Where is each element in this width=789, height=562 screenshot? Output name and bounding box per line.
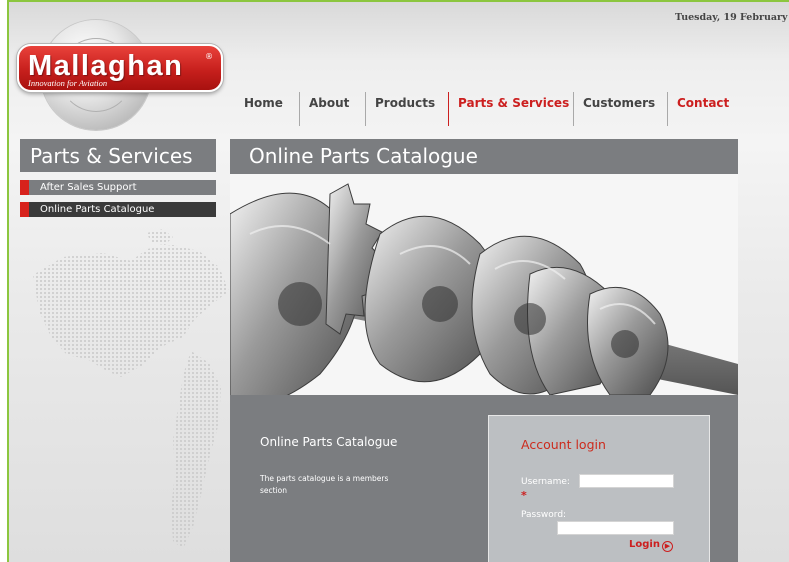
nav-customers-label: Customers (583, 96, 656, 110)
nav-home-label: Home (244, 96, 283, 110)
nav-customers[interactable]: Customers (573, 92, 656, 128)
login-button[interactable]: Login ▶ (629, 539, 673, 552)
page-title: Online Parts Catalogue (230, 139, 738, 174)
sidebar-title: Parts & Services (20, 139, 216, 172)
sidebar-item-after-sales-support[interactable]: After Sales Support (20, 180, 216, 195)
login-button-label: Login (629, 539, 660, 550)
logo[interactable]: Mallaghan ® Innovation for Aviation (17, 20, 223, 130)
nav-parts-services[interactable]: Parts & Services (448, 92, 570, 128)
login-box: Account login Username: * Password: Logi… (488, 415, 710, 562)
nav-about-label: About (309, 96, 350, 110)
password-label: Password: (521, 510, 567, 520)
nav-separator (667, 92, 668, 126)
nav-separator (573, 92, 574, 126)
gears-illustration (230, 174, 738, 395)
info-panel: Online Parts Catalogue The parts catalog… (230, 395, 738, 562)
current-date: Tuesday, 19 February 20 (675, 12, 789, 23)
password-field[interactable] (557, 521, 674, 535)
nav-separator (365, 92, 366, 126)
nav-contact-label: Contact (677, 96, 730, 110)
nav-separator (299, 92, 300, 126)
nav-separator-active (448, 92, 449, 126)
nav-parts-services-label: Parts & Services (458, 96, 570, 110)
logo-badge: Mallaghan ® Innovation for Aviation (17, 44, 223, 92)
info-description: The parts catalogue is a members section (260, 474, 389, 495)
nav-about[interactable]: About (299, 92, 350, 128)
nav-contact[interactable]: Contact (667, 92, 730, 128)
sidebar-item-label: Online Parts Catalogue (40, 204, 155, 215)
arrow-circle-icon: ▶ (661, 541, 673, 552)
info-title: Online Parts Catalogue (260, 435, 398, 449)
sidebar-item-marker (20, 202, 29, 217)
sidebar-item-marker (20, 180, 29, 195)
required-mark: * (521, 489, 527, 502)
world-map-dots (33, 229, 229, 549)
sidebar-item-online-parts-catalogue[interactable]: Online Parts Catalogue (20, 202, 216, 217)
logo-tagline: Innovation for Aviation (28, 78, 108, 88)
username-field[interactable] (579, 474, 674, 488)
gears-image (230, 174, 738, 395)
page-frame: Tuesday, 19 February 20 Mallaghan ® Inno… (7, 0, 789, 562)
nav-products-label: Products (375, 96, 436, 110)
username-label: Username: (521, 477, 570, 487)
nav-home[interactable]: Home (244, 92, 283, 128)
sidebar-item-label: After Sales Support (40, 182, 137, 193)
login-title: Account login (521, 437, 606, 452)
nav-products[interactable]: Products (365, 92, 436, 128)
registered-mark: ® (205, 52, 213, 61)
